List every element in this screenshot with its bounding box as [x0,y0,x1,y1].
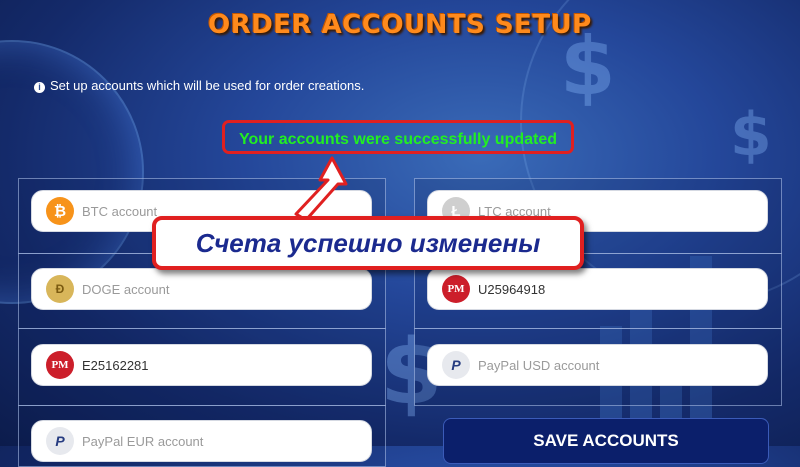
callout-annotation: Счета успешно изменены [152,216,584,270]
